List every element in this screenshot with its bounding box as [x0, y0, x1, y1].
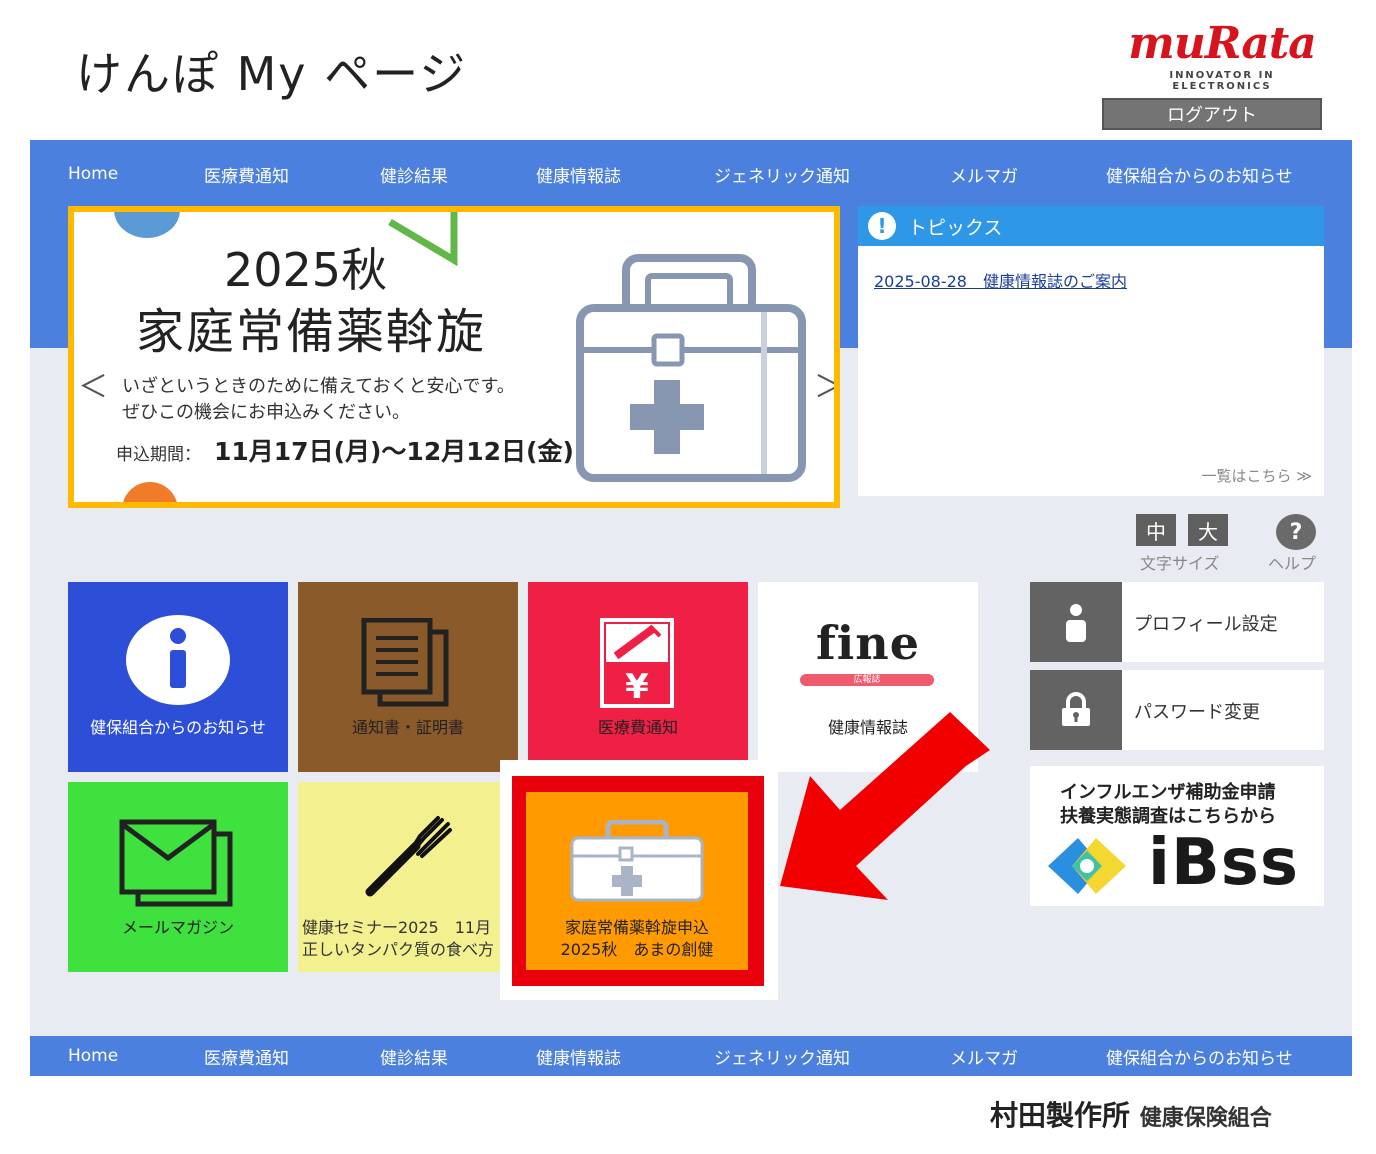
svg-text:¥: ¥	[625, 667, 649, 707]
tile-documents[interactable]: 通知書・証明書	[298, 582, 518, 772]
top-nav: Home 医療費通知 健診結果 健康情報誌 ジェネリック通知 メルマガ 健保組合…	[30, 154, 1352, 194]
topic-date: 2025-08-28	[874, 272, 967, 291]
banner-text-line2: ぜひこの機会にお申込みください。	[122, 402, 410, 423]
bottom-nav: Home 医療費通知 健診結果 健康情報誌 ジェネリック通知 メルマガ 健保組合…	[30, 1036, 1352, 1076]
info-icon	[126, 615, 230, 705]
footer-nav-mail-magazine[interactable]: メルマガ	[950, 1044, 1018, 1069]
banner-text-line1: いざというときのために備えておくと安心です。	[122, 376, 515, 397]
footer-nav-medical-notice[interactable]: 医療費通知	[204, 1044, 289, 1069]
tile-health-seminar-line2: 正しいタンパク質の食べ方	[302, 940, 495, 959]
footer-nav-checkup-results[interactable]: 健診結果	[380, 1044, 448, 1069]
topics-title: トピックス	[908, 216, 1003, 239]
profile-icon-box	[1030, 582, 1122, 662]
syringe-yen-icon: ¥	[600, 618, 674, 708]
banner-title-year: 2025秋	[224, 243, 388, 297]
font-size-large-button[interactable]: 大	[1188, 514, 1228, 546]
tile-medical-notice[interactable]: ¥ 医療費通知	[528, 582, 748, 772]
ibss-text-line2: 扶養実態調査はこちらから	[1060, 806, 1276, 827]
ibss-text-line1: インフルエンザ補助金申請	[1060, 782, 1276, 803]
exclamation-icon: !	[868, 212, 896, 240]
footer-nav-home[interactable]: Home	[68, 1046, 118, 1066]
site-title: けんぽ My ページ	[76, 47, 468, 101]
medkit-icon	[576, 254, 806, 482]
mail-icon	[119, 819, 233, 907]
logo-wordmark: muRata	[1128, 18, 1316, 69]
topics-panel: ! トピックス 2025-08-28 健康情報誌のご案内 一覧はこちら ≫	[858, 206, 1324, 496]
password-icon-box	[1030, 670, 1122, 750]
decor-circle-orange	[122, 482, 178, 502]
logout-button[interactable]: ログアウト	[1102, 98, 1322, 130]
murata-logo: muRata INNOVATOR IN ELECTRONICS	[1122, 18, 1322, 93]
footer-nav-health-magazine[interactable]: 健康情報誌	[536, 1044, 621, 1069]
change-password-button[interactable]: パスワード変更	[1030, 670, 1324, 750]
medkit-icon	[570, 820, 704, 902]
nav-checkup-results[interactable]: 健診結果	[380, 162, 448, 187]
profile-settings-label: プロフィール設定	[1134, 614, 1278, 635]
nav-medical-notice[interactable]: 医療費通知	[204, 162, 289, 187]
nav-health-magazine[interactable]: 健康情報誌	[536, 162, 621, 187]
footer-nav-generic-notice[interactable]: ジェネリック通知	[714, 1044, 850, 1069]
banner-title-main: 家庭常備薬斡旋	[136, 304, 487, 360]
tile-union-news-label: 健保組合からのお知らせ	[90, 718, 266, 737]
decor-green-triangle	[388, 212, 458, 266]
nav-mail-magazine[interactable]: メルマガ	[950, 162, 1018, 187]
topics-header: ! トピックス	[858, 206, 1324, 246]
tile-home-medicine-order[interactable]: 家庭常備薬斡旋申込 2025秋 あまの創健	[526, 792, 748, 970]
tile-home-medicine-order-line2: 2025秋 あまの創健	[560, 940, 714, 959]
tile-health-seminar[interactable]: 健康セミナー2025 11月 正しいタンパク質の食べ方	[298, 782, 508, 972]
profile-settings-button[interactable]: プロフィール設定	[1030, 582, 1324, 662]
tile-documents-label: 通知書・証明書	[351, 718, 464, 737]
logo-tagline: INNOVATOR IN ELECTRONICS	[1169, 70, 1275, 92]
font-size-label: 文字サイズ	[1140, 554, 1220, 573]
tile-health-seminar-line1: 健康セミナー2025 11月	[302, 918, 492, 937]
nav-generic-notice[interactable]: ジェネリック通知	[714, 162, 850, 187]
fork-icon	[365, 816, 452, 897]
documents-icon	[361, 618, 449, 707]
topics-more-link[interactable]: 一覧はこちら ≫	[1202, 465, 1312, 486]
fine-logo: fine	[816, 616, 920, 670]
help-label: ヘルプ	[1268, 554, 1317, 573]
footer-org-main: 村田製作所	[990, 1099, 1131, 1132]
footer-org-sub: 健康保険組合	[1139, 1106, 1272, 1131]
nav-home[interactable]: Home	[68, 164, 118, 184]
tile-medical-notice-label: 医療費通知	[597, 718, 678, 737]
tile-home-medicine-order-line1: 家庭常備薬斡旋申込	[564, 918, 709, 937]
banner-next-arrow[interactable]: ＞	[814, 362, 834, 406]
ibss-wordmark: iBss	[1148, 826, 1299, 900]
tile-mail-magazine[interactable]: メールマガジン	[68, 782, 288, 972]
nav-union-news[interactable]: 健保組合からのお知らせ	[1106, 162, 1293, 187]
footer-nav-union-news[interactable]: 健保組合からのお知らせ	[1106, 1044, 1293, 1069]
topic-item[interactable]: 2025-08-28 健康情報誌のご案内	[874, 268, 1127, 292]
banner-period: 11月17日(月)〜12月12日(金)	[214, 437, 574, 466]
banner-period-label: 申込期間：	[116, 445, 201, 465]
tile-union-news[interactable]: 健保組合からのお知らせ	[68, 582, 288, 772]
person-icon	[1066, 604, 1086, 642]
change-password-label: パスワード変更	[1134, 702, 1260, 723]
lock-icon	[1062, 692, 1090, 726]
banner-carousel[interactable]: 2025秋 家庭常備薬斡旋 いざというときのために備えておくと安心です。 ぜひこ…	[68, 206, 840, 508]
footer-organization: 村田製作所 健康保険組合	[990, 1094, 1272, 1134]
fine-badge: 広報誌	[800, 674, 934, 686]
ibss-logo-icon	[1048, 838, 1126, 894]
help-icon[interactable]: ?	[1276, 514, 1316, 550]
font-size-medium-button[interactable]: 中	[1136, 514, 1176, 546]
topic-text: 健康情報誌のご案内	[983, 272, 1128, 291]
decor-circle-blue	[114, 212, 180, 238]
banner-prev-arrow[interactable]: ＜	[78, 362, 108, 406]
red-arrow-annotation	[780, 712, 990, 900]
tile-mail-magazine-label: メールマガジン	[121, 918, 234, 937]
ibss-banner[interactable]: インフルエンザ補助金申請 扶養実態調査はこちらから iBss	[1030, 766, 1324, 906]
